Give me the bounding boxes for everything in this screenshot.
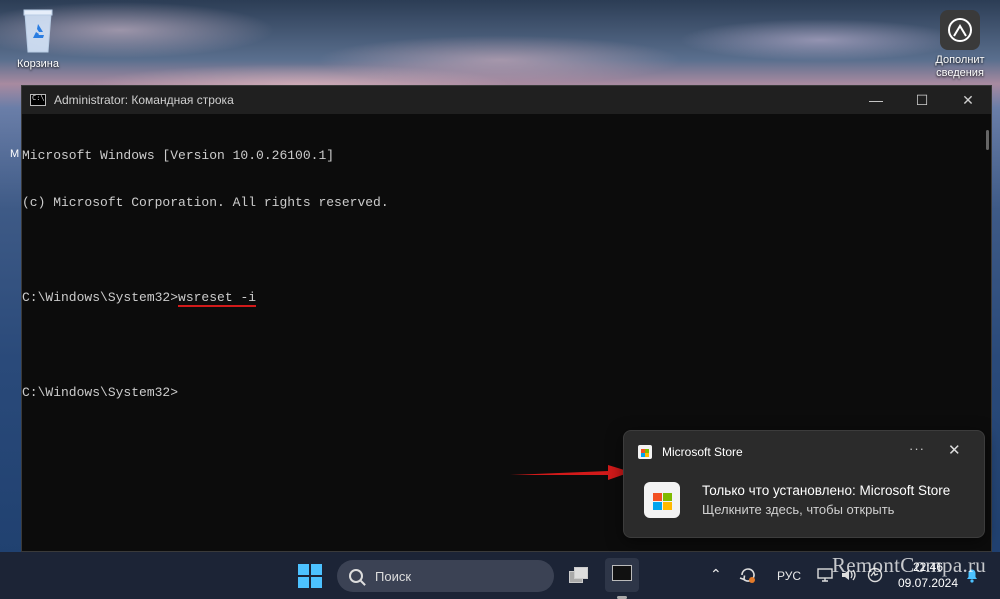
console-command: wsreset -i	[178, 289, 257, 307]
desktop-icon-recycle-bin[interactable]: Корзина	[3, 8, 73, 70]
watermark: RemontCompa.ru	[832, 553, 987, 577]
console-prompt: C:\Windows\System32>	[22, 384, 179, 400]
window-titlebar[interactable]: Administrator: Командная строка — ☐ ✕	[22, 86, 991, 114]
console-blank	[22, 337, 977, 353]
info-app-icon	[940, 10, 980, 50]
cmd-icon	[30, 94, 46, 106]
terminal-icon	[612, 565, 632, 581]
notification-subtitle: Щелкните здесь, чтобы открыть	[702, 502, 895, 517]
update-icon[interactable]	[738, 565, 758, 585]
console-line: (c) Microsoft Corporation. All rights re…	[22, 194, 389, 210]
console-line: Microsoft Windows [Version 10.0.26100.1]	[22, 147, 335, 163]
close-button[interactable]: ✕	[945, 86, 991, 114]
annotation-arrow	[510, 465, 631, 480]
info-label-line1: Дополнит	[935, 54, 985, 66]
notification-close-icon[interactable]: ✕	[948, 441, 968, 459]
info-label-line2: сведения	[936, 67, 984, 79]
taskbar-cmd-app[interactable]	[605, 558, 639, 599]
maximize-button[interactable]: ☐	[899, 86, 945, 114]
window-title: Administrator: Командная строка	[54, 93, 234, 107]
search-placeholder: Поиск	[375, 568, 412, 584]
more-options-icon[interactable]: ···	[909, 441, 929, 456]
search-icon	[349, 569, 363, 583]
console-blank	[22, 242, 977, 258]
start-button[interactable]	[298, 564, 322, 588]
scrollbar[interactable]	[986, 130, 989, 150]
console-command-line: C:\Windows\System32>wsreset -i	[22, 289, 977, 307]
taskbar-search[interactable]: Поиск	[337, 560, 554, 592]
minimize-button[interactable]: —	[853, 86, 899, 114]
language-indicator[interactable]: РУС	[777, 569, 801, 583]
notification-app-name: Microsoft Store	[662, 445, 743, 459]
recycle-bin-icon	[21, 8, 55, 54]
store-small-icon	[638, 445, 652, 459]
show-hidden-icons-chevron[interactable]: ⌃	[710, 566, 722, 583]
notification-header: Microsoft Store	[638, 445, 743, 459]
store-app-icon	[644, 482, 680, 518]
desktop-icon-additional-info[interactable]: Дополнит сведения	[920, 10, 1000, 80]
recycle-bin-label: Корзина	[17, 58, 59, 70]
console-prompt: C:\Windows\System32>	[22, 289, 179, 305]
task-view-button[interactable]	[567, 566, 591, 586]
store-notification[interactable]: Microsoft Store ··· ✕ Только что установ…	[623, 430, 985, 538]
notification-title: Только что установлено: Microsoft Store	[702, 483, 951, 498]
